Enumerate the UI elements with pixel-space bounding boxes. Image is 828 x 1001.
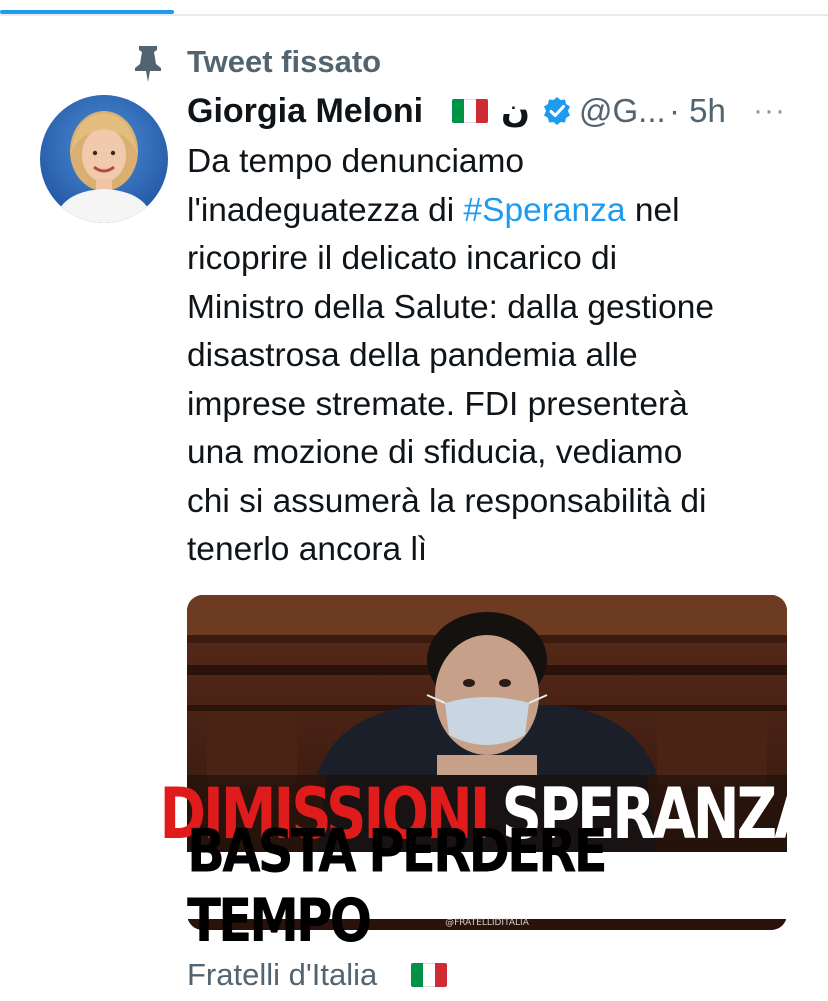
tweet-text-line: tenerlo ancora lì: [187, 531, 428, 568]
media-caption-subheadline: BASTA PERDERE TEMPO: [187, 816, 787, 955]
italian-flag-icon: [411, 963, 447, 987]
tweet-text-line: ricoprire il delicato incarico di: [187, 240, 618, 277]
tweet-text: Da tempo denunciamo l'inadeguatezza di #…: [187, 138, 797, 575]
tweet-text-segment: nel: [625, 191, 680, 229]
tab-bar-divider: [0, 14, 828, 16]
hashtag-link[interactable]: #Speranza: [463, 192, 625, 229]
media-watermark: @FRATELLIDITALIA: [445, 918, 529, 928]
media-caption-bottom: BASTA PERDERE TEMPO: [187, 815, 608, 956]
tweet-text-line: Ministro della Salute: dalla gestione: [187, 288, 715, 326]
tweet-text-line: una mozione di sfiducia, vediamo: [187, 434, 683, 471]
tweet-timestamp[interactable]: · 5h: [669, 88, 726, 134]
italian-flag-icon: [452, 99, 488, 123]
pinned-label: Tweet fissato: [187, 44, 382, 79]
tweet-text-line: l'inadeguatezza di #Speranza nel: [187, 187, 797, 236]
author-display-name[interactable]: Giorgia Meloni: [187, 88, 423, 134]
pin-icon: [135, 46, 161, 82]
author-name-suffix: ن: [501, 92, 531, 130]
more-options-icon[interactable]: ···: [753, 88, 786, 134]
next-tweet-author-name: Fratelli d'Italia: [187, 957, 378, 992]
verified-badge-icon: [544, 97, 570, 125]
tweet-header: Giorgia Meloni ن @G... · 5h ···: [187, 88, 807, 134]
tweet-text-line: disastrosa della pandemia alle: [187, 337, 638, 374]
tweet-text-line: imprese stremate. FDI presenterà: [187, 385, 688, 423]
active-tab-indicator: [0, 10, 174, 14]
author-handle[interactable]: @G...: [579, 88, 666, 134]
tweet-text-segment: l'inadeguatezza di: [187, 191, 464, 229]
tweet-text-line: chi si assumerà la responsabilità di: [187, 482, 707, 520]
tweet-text-line: Da tempo denunciamo: [187, 143, 525, 180]
avatar[interactable]: [40, 95, 168, 223]
